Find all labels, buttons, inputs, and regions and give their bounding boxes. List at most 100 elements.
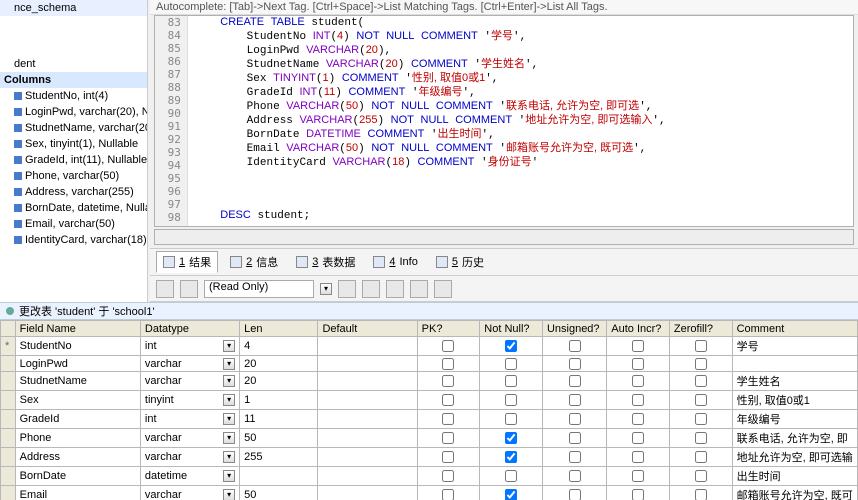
grid-checkbox[interactable] [632, 358, 644, 370]
grid-checkbox[interactable] [632, 413, 644, 425]
column-item[interactable]: StudnetName, varchar(20) [0, 120, 147, 136]
alter-table-grid[interactable]: Field NameDatatypeLenDefaultPK?Not Null?… [0, 320, 858, 500]
len-cell[interactable]: 1 [240, 391, 318, 410]
default-cell[interactable] [318, 391, 417, 410]
len-cell[interactable]: 4 [240, 337, 318, 356]
len-cell[interactable]: 20 [240, 372, 318, 391]
grid-checkbox[interactable] [632, 470, 644, 482]
len-cell[interactable]: 50 [240, 429, 318, 448]
code-area[interactable]: CREATE TABLE student( StudentNo INT(4) N… [188, 16, 672, 226]
grid-checkbox[interactable] [442, 394, 454, 406]
dropdown-icon[interactable]: ▾ [223, 489, 235, 500]
object-browser[interactable]: nce_schema dent Columns StudentNo, int(4… [0, 0, 148, 305]
datatype-cell[interactable]: varchar▾ [140, 448, 239, 467]
field-name-cell[interactable]: GradeId [15, 410, 140, 429]
grid-checkbox[interactable] [442, 358, 454, 370]
grid-checkbox[interactable] [695, 340, 707, 352]
grid-checkbox[interactable] [695, 470, 707, 482]
tab-Info[interactable]: 4 Info [367, 251, 423, 273]
grid-header[interactable]: Unsigned? [542, 321, 606, 337]
table-row[interactable]: GradeIdint▾11年级编号 [1, 410, 858, 429]
table-row[interactable]: Addressvarchar▾255地址允许为空, 即可选输 [1, 448, 858, 467]
grid-checkbox[interactable] [695, 432, 707, 444]
table-row[interactable]: Phonevarchar▾50联系电话, 允许为空, 即 [1, 429, 858, 448]
grid-checkbox[interactable] [442, 432, 454, 444]
field-name-cell[interactable]: Address [15, 448, 140, 467]
dropdown-icon[interactable]: ▾ [223, 375, 235, 387]
default-cell[interactable] [318, 410, 417, 429]
comment-cell[interactable]: 性别, 取值0或1 [732, 391, 857, 410]
cell-text[interactable]: int [145, 413, 157, 425]
grid-header[interactable]: Default [318, 321, 417, 337]
grid-header[interactable]: Comment [732, 321, 857, 337]
datatype-cell[interactable]: int▾ [140, 337, 239, 356]
grid-checkbox[interactable] [442, 375, 454, 387]
default-cell[interactable] [318, 337, 417, 356]
grid-header[interactable]: PK? [417, 321, 480, 337]
comment-cell[interactable]: 年级编号 [732, 410, 857, 429]
default-cell[interactable] [318, 448, 417, 467]
sql-editor[interactable]: 8384858687888990919293949596979899100101… [154, 15, 854, 227]
tab-历史[interactable]: 5 历史 [430, 251, 490, 273]
grid-checkbox[interactable] [632, 340, 644, 352]
tab-信息[interactable]: 2 信息 [224, 251, 284, 273]
dropdown-icon[interactable]: ▾ [223, 470, 235, 482]
grid-checkbox[interactable] [442, 413, 454, 425]
grid-checkbox[interactable] [505, 358, 517, 370]
column-item[interactable]: StudentNo, int(4) [0, 88, 147, 104]
dropdown-icon[interactable]: ▾ [223, 340, 235, 352]
dropdown-icon[interactable]: ▾ [223, 432, 235, 444]
grid-checkbox[interactable] [569, 489, 581, 500]
grid-checkbox[interactable] [695, 451, 707, 463]
comment-cell[interactable]: 学号 [732, 337, 857, 356]
grid-header[interactable]: Zerofill? [669, 321, 732, 337]
grid-checkbox[interactable] [442, 451, 454, 463]
datatype-cell[interactable]: varchar▾ [140, 356, 239, 372]
tool-btn-2[interactable] [180, 280, 198, 298]
datatype-cell[interactable]: datetime ▾ [140, 467, 239, 486]
column-item[interactable]: Phone, varchar(50) [0, 168, 147, 184]
grid-checkbox[interactable] [695, 375, 707, 387]
grid-checkbox[interactable] [632, 394, 644, 406]
default-cell[interactable] [318, 486, 417, 500]
tool-btn-6[interactable] [410, 280, 428, 298]
grid-checkbox[interactable] [505, 451, 517, 463]
grid-checkbox[interactable] [505, 340, 517, 352]
column-item[interactable]: Address, varchar(255) [0, 184, 147, 200]
cell-text[interactable]: datetime [145, 470, 187, 482]
tab-表数据[interactable]: 3 表数据 [290, 251, 361, 273]
grid-checkbox[interactable] [569, 432, 581, 444]
tool-btn-7[interactable] [434, 280, 452, 298]
comment-cell[interactable] [732, 356, 857, 372]
len-cell[interactable]: 20 [240, 356, 318, 372]
table-row[interactable]: StudnetName varchar ▾ 20 学生姓名 [1, 372, 858, 391]
comment-cell[interactable]: 学生姓名 [732, 372, 857, 391]
grid-checkbox[interactable] [505, 470, 517, 482]
table-node[interactable]: dent [0, 56, 147, 72]
default-cell[interactable] [318, 429, 417, 448]
grid-checkbox[interactable] [569, 340, 581, 352]
cell-text[interactable]: varchar [145, 432, 182, 444]
grid-checkbox[interactable] [505, 394, 517, 406]
grid-checkbox[interactable] [695, 489, 707, 500]
field-name-cell[interactable]: StudnetName [15, 372, 140, 391]
grid-checkbox[interactable] [442, 340, 454, 352]
cell-text[interactable]: varchar [145, 489, 182, 500]
grid-checkbox[interactable] [632, 375, 644, 387]
grid-checkbox[interactable] [569, 394, 581, 406]
table-row[interactable]: Sextinyint▾1性别, 取值0或1 [1, 391, 858, 410]
comment-cell[interactable]: 联系电话, 允许为空, 即 [732, 429, 857, 448]
field-name-cell[interactable]: LoginPwd [15, 356, 140, 372]
len-cell[interactable]: 255 [240, 448, 318, 467]
tool-btn-3[interactable] [338, 280, 356, 298]
column-item[interactable]: LoginPwd, varchar(20), Nu [0, 104, 147, 120]
columns-header[interactable]: Columns [0, 72, 147, 88]
grid-checkbox[interactable] [569, 375, 581, 387]
cell-text[interactable]: varchar [145, 375, 182, 387]
grid-checkbox[interactable] [695, 413, 707, 425]
tool-btn-4[interactable] [362, 280, 380, 298]
grid-header[interactable] [1, 321, 16, 337]
table-row[interactable]: LoginPwdvarchar▾20 [1, 356, 858, 372]
dropdown-icon[interactable]: ▾ [223, 394, 235, 406]
datatype-cell[interactable]: varchar ▾ [140, 429, 239, 448]
